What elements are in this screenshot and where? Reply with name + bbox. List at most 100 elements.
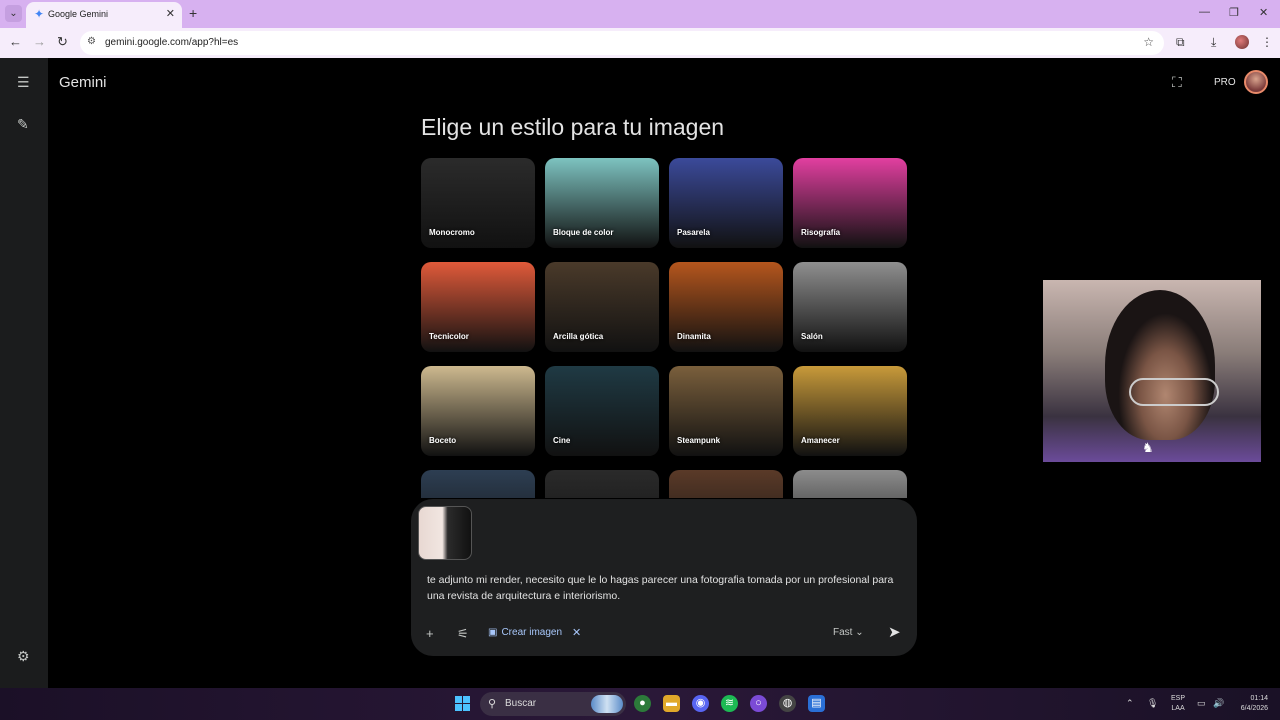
tab-gemini[interactable]: ✦ Google Gemini ✕ bbox=[26, 2, 182, 28]
style-card[interactable]: Tecnicolor bbox=[421, 262, 535, 352]
plus-icon[interactable]: + bbox=[426, 626, 434, 641]
tab-title: Google Gemini bbox=[48, 9, 109, 19]
close-icon[interactable]: ✕ bbox=[166, 7, 175, 20]
clock-date: 6/4/2026 bbox=[1240, 705, 1268, 712]
style-card[interactable]: Steampunk bbox=[669, 366, 783, 456]
style-card[interactable]: Salón bbox=[793, 262, 907, 352]
url-text: gemini.google.com/app?hl=es bbox=[105, 37, 239, 48]
style-card-label: Boceto bbox=[429, 436, 457, 445]
style-grid: Monocromo Bloque de color Pasarela Risograf… bbox=[421, 158, 911, 498]
extensions-icon[interactable]: ⧉ bbox=[1176, 35, 1185, 50]
download-icon[interactable]: ⤓ bbox=[1211, 35, 1216, 50]
network-icon[interactable]: ▭ bbox=[1197, 698, 1206, 709]
taskbar-search[interactable]: ⚲ Buscar bbox=[480, 692, 626, 716]
app-circle-icon[interactable]: ○ bbox=[750, 695, 767, 712]
style-card[interactable] bbox=[545, 470, 659, 498]
style-card-label: Arcilla gótica bbox=[553, 332, 604, 341]
style-card[interactable]: Boceto bbox=[421, 366, 535, 456]
sparkle-icon: ✦ bbox=[34, 7, 45, 21]
style-card-label: Pasarela bbox=[677, 228, 710, 237]
tab-search-button[interactable]: ⌄ bbox=[5, 5, 22, 22]
language-indicator[interactable]: ESP LAA bbox=[1171, 694, 1185, 714]
style-card-label: Tecnicolor bbox=[429, 332, 469, 341]
system-clock[interactable]: 01:14 6/4/2026 bbox=[1232, 694, 1268, 714]
webcam-glasses bbox=[1129, 378, 1219, 406]
window-close-icon[interactable]: ✕ bbox=[1259, 6, 1268, 19]
spotify-icon[interactable]: ≋ bbox=[721, 695, 738, 712]
more-vert-icon[interactable]: ⋮ bbox=[1261, 35, 1273, 49]
tune-icon[interactable]: ⚟ bbox=[457, 626, 469, 642]
pro-badge: PRO bbox=[1214, 77, 1236, 88]
chevron-down-icon: ⌄ bbox=[9, 8, 18, 19]
site-info-icon[interactable]: ⚙ bbox=[87, 36, 96, 47]
style-card-label: Risografía bbox=[801, 228, 841, 237]
webcam-person bbox=[1105, 290, 1215, 440]
sidebar: ☰ ✎ ⚙ bbox=[0, 58, 48, 688]
file-explorer-icon[interactable]: ▬ bbox=[663, 695, 680, 712]
model-selector[interactable]: Fast ⌄ bbox=[833, 627, 864, 638]
attached-image-thumbnail[interactable] bbox=[418, 506, 472, 560]
reload-icon[interactable]: ↻ bbox=[57, 34, 68, 50]
streamer-logo-icon: ♞ bbox=[1142, 440, 1154, 455]
style-card[interactable]: Risografía bbox=[793, 158, 907, 248]
taskbar: ⚲ Buscar ● ▬ ◉ ≋ ○ ◍ ▤ ⌃ 🎙 ESP LAA ▭ 🔊 01… bbox=[0, 688, 1280, 720]
account-avatar[interactable] bbox=[1244, 70, 1268, 94]
send-icon[interactable]: ➤ bbox=[888, 623, 901, 641]
create-image-label: Crear imagen bbox=[501, 627, 563, 638]
style-card[interactable]: Bloque de color bbox=[545, 158, 659, 248]
model-label: Fast bbox=[833, 627, 853, 638]
style-card[interactable]: Dinamita bbox=[669, 262, 783, 352]
github-icon[interactable]: ◍ bbox=[779, 695, 796, 712]
hamburger-menu-icon[interactable]: ☰ bbox=[17, 74, 30, 91]
style-card[interactable] bbox=[669, 470, 783, 498]
chevron-up-icon[interactable]: ⌃ bbox=[1126, 698, 1134, 709]
style-card[interactable] bbox=[421, 470, 535, 498]
browser-toolbar: ← → ↻ ⚙ gemini.google.com/app?hl=es ☆ ⧉ … bbox=[0, 28, 1280, 58]
remove-chip-icon[interactable]: ✕ bbox=[572, 626, 581, 639]
star-icon[interactable]: ☆ bbox=[1143, 35, 1154, 49]
search-icon: ⚲ bbox=[488, 698, 497, 710]
browser-tab-strip: ⌄ ✦ Google Gemini ✕ + — ❐ ✕ bbox=[0, 0, 1280, 28]
style-card[interactable]: Arcilla gótica bbox=[545, 262, 659, 352]
prompt-input[interactable]: te adjunto mi render, necesito que le lo… bbox=[427, 572, 907, 604]
webcam-overlay: ♞ bbox=[1043, 280, 1261, 462]
style-card[interactable]: Cine bbox=[545, 366, 659, 456]
microphone-icon[interactable]: 🎙 bbox=[1147, 698, 1158, 709]
back-arrow-icon[interactable]: ← bbox=[9, 34, 22, 50]
volume-icon[interactable]: 🔊 bbox=[1213, 698, 1224, 709]
edit-icon[interactable]: ✎ bbox=[17, 116, 29, 133]
minimize-icon[interactable]: — bbox=[1199, 6, 1210, 18]
create-image-chip[interactable]: ▣ Crear imagen bbox=[488, 627, 562, 638]
image-icon: ▣ bbox=[488, 627, 498, 638]
style-card-label: Bloque de color bbox=[553, 228, 614, 237]
search-highlight-image bbox=[591, 695, 623, 713]
chrome-icon[interactable]: ● bbox=[634, 695, 651, 712]
app-window-icon[interactable]: ▤ bbox=[808, 695, 825, 712]
style-card-label: Monocromo bbox=[429, 228, 475, 237]
style-card-label: Salón bbox=[801, 332, 823, 341]
style-card[interactable] bbox=[793, 470, 907, 498]
style-card[interactable]: Amanecer bbox=[793, 366, 907, 456]
style-card-label: Cine bbox=[553, 436, 571, 445]
screen-capture-icon[interactable]: ⛶ bbox=[1172, 74, 1182, 91]
clock-time: 01:14 bbox=[1250, 695, 1268, 702]
address-bar[interactable]: ⚙ gemini.google.com/app?hl=es ☆ bbox=[80, 31, 1164, 55]
style-card-label: Steampunk bbox=[677, 436, 721, 445]
style-card[interactable]: Pasarela bbox=[669, 158, 783, 248]
new-tab-button[interactable]: + bbox=[189, 5, 197, 21]
style-card-label: Amanecer bbox=[801, 436, 840, 445]
restore-icon[interactable]: ❐ bbox=[1229, 6, 1239, 19]
gemini-brand[interactable]: Gemini bbox=[59, 74, 107, 91]
style-card-label: Dinamita bbox=[677, 332, 711, 341]
taskbar-search-label: Buscar bbox=[505, 698, 537, 709]
forward-arrow-icon[interactable]: → bbox=[33, 34, 46, 50]
style-card[interactable]: Monocromo bbox=[421, 158, 535, 248]
browser-profile-avatar[interactable] bbox=[1235, 35, 1249, 49]
gear-icon[interactable]: ⚙ bbox=[17, 648, 30, 665]
lang-line-2: LAA bbox=[1171, 705, 1185, 712]
page-title: Elige un estilo para tu imagen bbox=[421, 114, 725, 140]
prompt-composer: te adjunto mi render, necesito que le lo… bbox=[411, 499, 917, 656]
discord-icon[interactable]: ◉ bbox=[692, 695, 709, 712]
windows-start-icon[interactable] bbox=[455, 696, 470, 711]
lang-line-1: ESP bbox=[1171, 695, 1186, 702]
